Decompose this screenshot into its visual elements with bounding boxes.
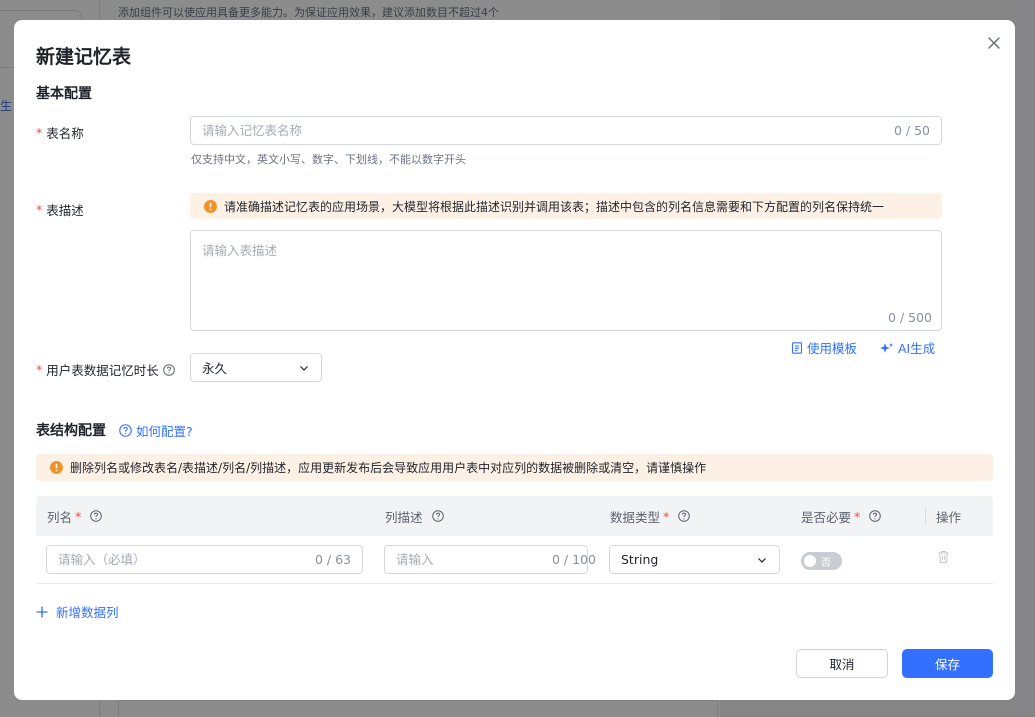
column-header-required-text: 是否必要 xyxy=(801,509,852,525)
column-name-counter: 0 / 63 xyxy=(314,552,351,567)
close-icon[interactable] xyxy=(985,34,1003,52)
question-icon[interactable] xyxy=(162,363,175,376)
use-template-button[interactable]: 使用模板 xyxy=(791,338,857,357)
table-name-counter: 0 / 50 xyxy=(893,123,930,138)
required-mark: * xyxy=(663,508,670,524)
required-mark: * xyxy=(75,508,82,524)
table-description-field[interactable]: 0 / 500 xyxy=(190,230,942,331)
sparkle-icon xyxy=(880,342,893,353)
create-memory-table-dialog: 新建记忆表 基本配置 * 表名称 0 / 50 仅支持中文，英文小写、数字、下划… xyxy=(14,20,1015,700)
add-column-button[interactable]: 新增数据列 xyxy=(36,602,119,621)
columns-table-header: 列名 * 列描述 数据类型 * 是否必要 * 操作 xyxy=(36,496,993,536)
template-icon xyxy=(791,341,803,354)
column-type-value: String xyxy=(621,552,659,567)
cancel-button[interactable]: 取消 xyxy=(796,649,888,678)
warning-icon xyxy=(204,199,217,213)
ai-generate-button[interactable]: AI生成 xyxy=(880,338,935,357)
question-icon xyxy=(119,424,132,437)
column-header-desc: 列描述 xyxy=(385,496,444,536)
table-name-label: * 表名称 xyxy=(36,123,84,142)
description-warning-text: 请准确描述记忆表的应用场景，大模型将根据此描述识别并调用该表；描述中包含的列名信… xyxy=(224,199,885,214)
table-name-hint: 仅支持中文，英文小写、数字、下划线，不能以数字开头 xyxy=(191,153,466,166)
dialog-title: 新建记忆表 xyxy=(36,46,132,68)
ai-generate-label: AI生成 xyxy=(898,341,936,356)
column-header-type: 数据类型 * xyxy=(610,496,691,536)
warning-icon xyxy=(50,461,63,474)
retention-label-text: 用户表数据记忆时长 xyxy=(46,363,159,378)
table-description-counter: 0 / 500 xyxy=(888,310,932,325)
column-header-name: 列名 * xyxy=(47,496,103,536)
retention-label: * 用户表数据记忆时长 xyxy=(36,360,175,379)
add-column-label: 新增数据列 xyxy=(56,605,119,620)
table-row-divider xyxy=(36,583,993,584)
column-header-type-text: 数据类型 xyxy=(610,509,661,525)
toggle-state-label: 否 xyxy=(821,558,831,569)
question-icon[interactable] xyxy=(90,510,103,522)
column-description-field[interactable]: 0 / 100 xyxy=(384,545,596,574)
column-description-input[interactable] xyxy=(396,552,552,567)
column-header-desc-text: 列描述 xyxy=(385,509,423,525)
save-button[interactable]: 保存 xyxy=(902,649,993,678)
table-name-input[interactable] xyxy=(202,123,894,138)
structure-config-title: 表结构配置 xyxy=(36,423,106,439)
toggle-knob xyxy=(804,555,816,567)
structure-warning-bar: 删除列名或修改表名/表描述/列名/列描述，应用更新发布后会导致应用用户表中对应列… xyxy=(36,454,993,481)
question-icon[interactable] xyxy=(431,510,444,522)
description-warning-bar: 请准确描述记忆表的应用场景，大模型将根据此描述识别并调用该表；描述中包含的列名信… xyxy=(190,193,942,219)
table-description-label: * 表描述 xyxy=(36,200,84,219)
use-template-label: 使用模板 xyxy=(807,341,858,356)
column-header-action: 操作 xyxy=(936,496,961,536)
question-icon[interactable] xyxy=(869,510,882,522)
required-mark: * xyxy=(36,125,43,140)
required-mark: * xyxy=(854,508,861,524)
column-header-required: 是否必要 * xyxy=(801,496,882,536)
required-mark: * xyxy=(36,362,43,377)
how-to-configure-label: 如何配置? xyxy=(136,424,193,439)
column-header-action-text: 操作 xyxy=(936,509,962,525)
column-name-input[interactable] xyxy=(58,552,315,567)
chevron-down-icon xyxy=(300,365,308,371)
column-required-toggle[interactable]: 否 xyxy=(801,552,842,570)
column-type-select[interactable]: String xyxy=(609,545,780,574)
column-divider xyxy=(925,507,926,525)
retention-select[interactable]: 永久 xyxy=(190,353,322,382)
how-to-configure-link[interactable]: 如何配置? xyxy=(119,421,193,440)
retention-selected-value: 永久 xyxy=(202,361,228,376)
question-icon[interactable] xyxy=(678,510,691,522)
trash-icon[interactable] xyxy=(937,550,950,564)
column-description-counter: 0 / 100 xyxy=(552,552,596,567)
chevron-down-icon xyxy=(758,557,766,563)
column-name-field[interactable]: 0 / 63 xyxy=(46,545,363,574)
required-mark: * xyxy=(36,202,43,217)
table-description-input[interactable] xyxy=(202,240,930,300)
table-description-label-text: 表描述 xyxy=(46,203,84,218)
plus-icon xyxy=(36,606,48,617)
column-header-name-text: 列名 xyxy=(47,509,73,525)
table-name-label-text: 表名称 xyxy=(46,126,84,141)
basic-config-title: 基本配置 xyxy=(36,86,92,102)
structure-warning-text: 删除列名或修改表名/表描述/列名/列描述，应用更新发布后会导致应用用户表中对应列… xyxy=(70,461,707,475)
table-name-field[interactable]: 0 / 50 xyxy=(190,116,942,145)
